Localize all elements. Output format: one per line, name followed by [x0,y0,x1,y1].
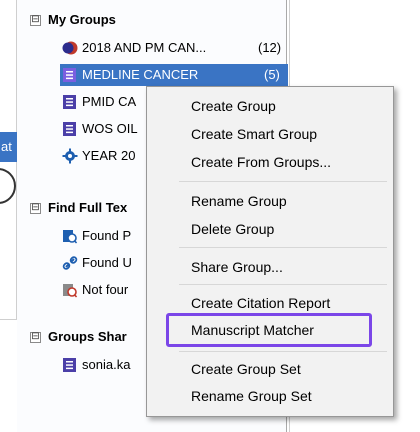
context-menu: Create Group Create Smart Group Create F… [146,86,394,417]
group-item-label[interactable]: 2018 AND PM CAN... [82,37,206,59]
menu-item-rename-group-set[interactable]: Rename Group Set [191,385,312,407]
group-item-label[interactable]: PMID CA [82,91,136,113]
group-item-label-selected[interactable]: MEDLINE CANCER [82,64,198,86]
collapse-toggle-my-groups[interactable]: ⊟ [30,15,41,26]
group-icon [63,68,76,82]
menu-item-create-group[interactable]: Create Group [191,95,276,117]
my-groups-header[interactable]: My Groups [48,9,116,31]
menu-item-create-from-groups[interactable]: Create From Groups... [191,151,331,173]
menu-item-create-group-set[interactable]: Create Group Set [191,358,301,380]
find-item-label[interactable]: Found U [82,252,132,274]
menu-separator [179,284,387,285]
group-item-label[interactable]: WOS OIL [82,118,138,140]
collapse-toggle-find-full-text[interactable]: ⊟ [30,203,41,214]
menu-item-rename-group[interactable]: Rename Group [191,190,287,212]
smart-group-icon [62,41,78,55]
menu-item-delete-group[interactable]: Delete Group [191,218,274,240]
menu-separator [179,181,387,182]
menu-item-create-citation-report[interactable]: Create Citation Report [191,292,330,314]
group-icon [63,122,76,136]
found-url-icon [62,256,78,270]
not-found-icon [63,284,78,298]
find-full-text-header[interactable]: Find Full Tex [48,197,127,219]
gear-group-icon [62,148,78,164]
find-item-label[interactable]: Found P [82,225,131,247]
menu-separator [179,351,387,352]
find-item-label[interactable]: Not four [82,279,128,301]
shared-item-label[interactable]: sonia.ka [82,354,130,376]
group-icon [63,95,76,109]
group-item-count: (12) [258,40,282,55]
menu-separator [179,247,387,248]
group-item-label[interactable]: YEAR 20 [82,145,135,167]
background-window-strip: at [0,132,17,162]
collapse-toggle-groups-shared[interactable]: ⊟ [30,332,41,343]
menu-item-share-group[interactable]: Share Group... [191,256,283,278]
menu-item-create-smart-group[interactable]: Create Smart Group [191,123,317,145]
manuscript-matcher-highlight [166,313,372,347]
group-item-count-selected: (5) [264,67,280,82]
group-icon [63,358,76,372]
found-pdf-icon [63,230,78,244]
groups-shared-header[interactable]: Groups Shar [48,326,127,348]
